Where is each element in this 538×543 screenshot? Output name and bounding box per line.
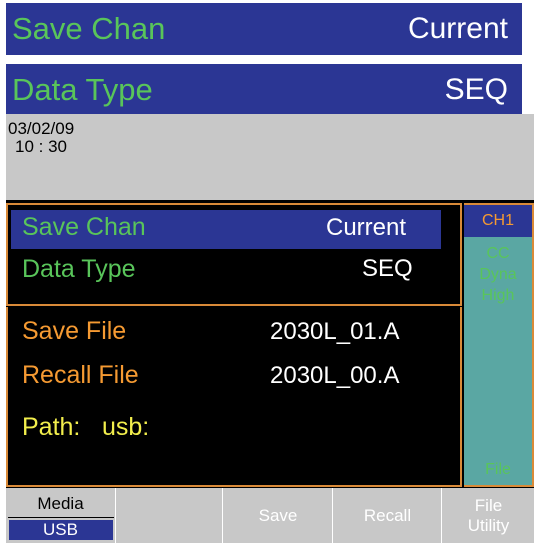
zoom-save-chan-value: Current <box>407 12 508 45</box>
save-chan-value[interactable]: Current <box>326 214 406 242</box>
zoom-data-type-row: Data Type SEQ <box>6 64 522 115</box>
menu-name-label: File <box>485 461 511 478</box>
data-type-value[interactable]: SEQ <box>362 255 413 283</box>
instrument-screen: 03/02/09 10 : 30 Save Chan Current Data … <box>6 114 534 543</box>
softkey-bar: Media USB Save Recall File Utility <box>6 488 534 543</box>
recall-softkey[interactable]: Recall <box>334 488 442 543</box>
path-value: usb: <box>102 413 150 441</box>
zoom-save-chan-label: Save Chan <box>12 11 166 46</box>
save-softkey[interactable]: Save <box>224 488 333 543</box>
save-chan-label: Save Chan <box>22 213 146 241</box>
range-dyna-label: Dyna <box>479 266 517 283</box>
range-high-label: High <box>481 287 515 304</box>
time-display: 10 : 30 <box>15 137 67 156</box>
file-panel: Save File 2030L_01.A Recall File 2030L_0… <box>6 307 462 487</box>
date-display: 03/02/09 <box>8 119 75 138</box>
zoom-data-type-label: Data Type <box>12 71 153 107</box>
media-softkey-divider <box>7 516 114 518</box>
status-bar: 03/02/09 10 : 30 <box>6 114 534 200</box>
data-settings-panel: Save Chan Current Data Type SEQ <box>6 203 462 306</box>
save-file-label: Save File <box>22 317 127 345</box>
save-softkey-label: Save <box>258 505 298 525</box>
save-file-value[interactable]: 2030L_01.A <box>270 318 399 346</box>
recall-file-label: Recall File <box>22 361 139 389</box>
path-label: Path: <box>22 413 81 441</box>
zoom-data-type-value: SEQ <box>444 72 508 106</box>
recall-file-value[interactable]: 2030L_00.A <box>270 362 399 390</box>
media-softkey-value: USB <box>8 519 113 540</box>
file-utility-line1: File <box>474 495 503 515</box>
mode-label: CC <box>486 245 510 262</box>
file-utility-softkey[interactable]: File Utility <box>443 488 534 543</box>
media-softkey-label: Media <box>37 493 84 513</box>
media-softkey[interactable]: Media USB <box>6 488 116 543</box>
zoom-save-chan-row: Save Chan Current <box>6 3 522 55</box>
blank-softkey[interactable] <box>117 488 223 543</box>
file-utility-line2: Utility <box>467 515 510 535</box>
recall-softkey-label: Recall <box>363 505 412 525</box>
data-type-label: Data Type <box>22 255 136 283</box>
channel-badge: CH1 <box>464 205 532 237</box>
channel-status-panel: CH1 CC Dyna High File <box>464 203 534 487</box>
